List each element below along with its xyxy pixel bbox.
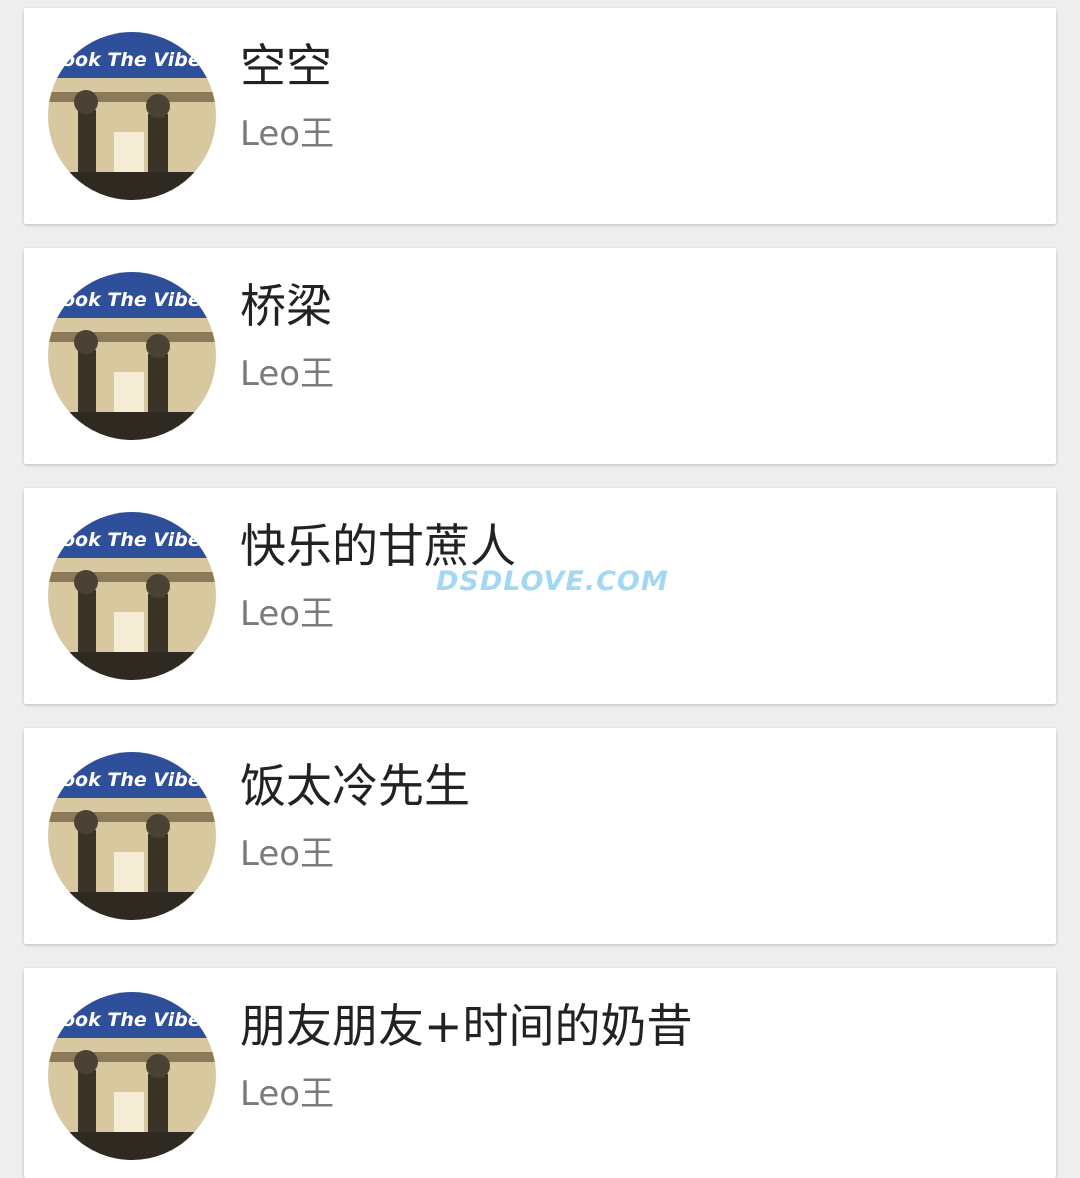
song-title: 朋友朋友+时间的奶昔	[240, 999, 693, 1053]
album-cover: ook The Vibe	[48, 32, 216, 200]
song-card[interactable]: ook The Vibe 饭太冷先生 Leo王	[24, 728, 1056, 944]
song-artist: Leo王	[240, 354, 335, 394]
song-card[interactable]: ook The Vibe 桥梁 Leo王	[24, 248, 1056, 464]
song-artist: Leo王	[240, 834, 335, 874]
song-artist: Leo王	[240, 594, 335, 634]
album-cover-text: ook The Vibe	[62, 529, 201, 551]
song-artist: Leo王	[240, 114, 335, 154]
song-card[interactable]: ook The Vibe 空空 Leo王	[24, 8, 1056, 224]
song-title: 饭太冷先生	[240, 759, 470, 813]
album-cover-text: ook The Vibe	[62, 769, 201, 791]
album-cover: ook The Vibe	[48, 272, 216, 440]
album-cover-text: ook The Vibe	[62, 1009, 201, 1031]
song-title: 空空	[240, 39, 332, 93]
song-title: 快乐的甘蔗人	[240, 519, 516, 573]
album-cover: ook The Vibe	[48, 752, 216, 920]
album-cover: ook The Vibe	[48, 992, 216, 1160]
album-cover-text: ook The Vibe	[62, 289, 201, 311]
song-list: ook The Vibe 空空 Leo王 ook The Vibe 桥梁 Leo…	[0, 0, 1080, 1178]
album-cover-text: ook The Vibe	[62, 49, 201, 71]
song-title: 桥梁	[240, 279, 332, 333]
album-cover: ook The Vibe	[48, 512, 216, 680]
song-card[interactable]: ook The Vibe 快乐的甘蔗人 Leo王	[24, 488, 1056, 704]
song-artist: Leo王	[240, 1074, 335, 1114]
song-card[interactable]: ook The Vibe 朋友朋友+时间的奶昔 Leo王	[24, 968, 1056, 1178]
